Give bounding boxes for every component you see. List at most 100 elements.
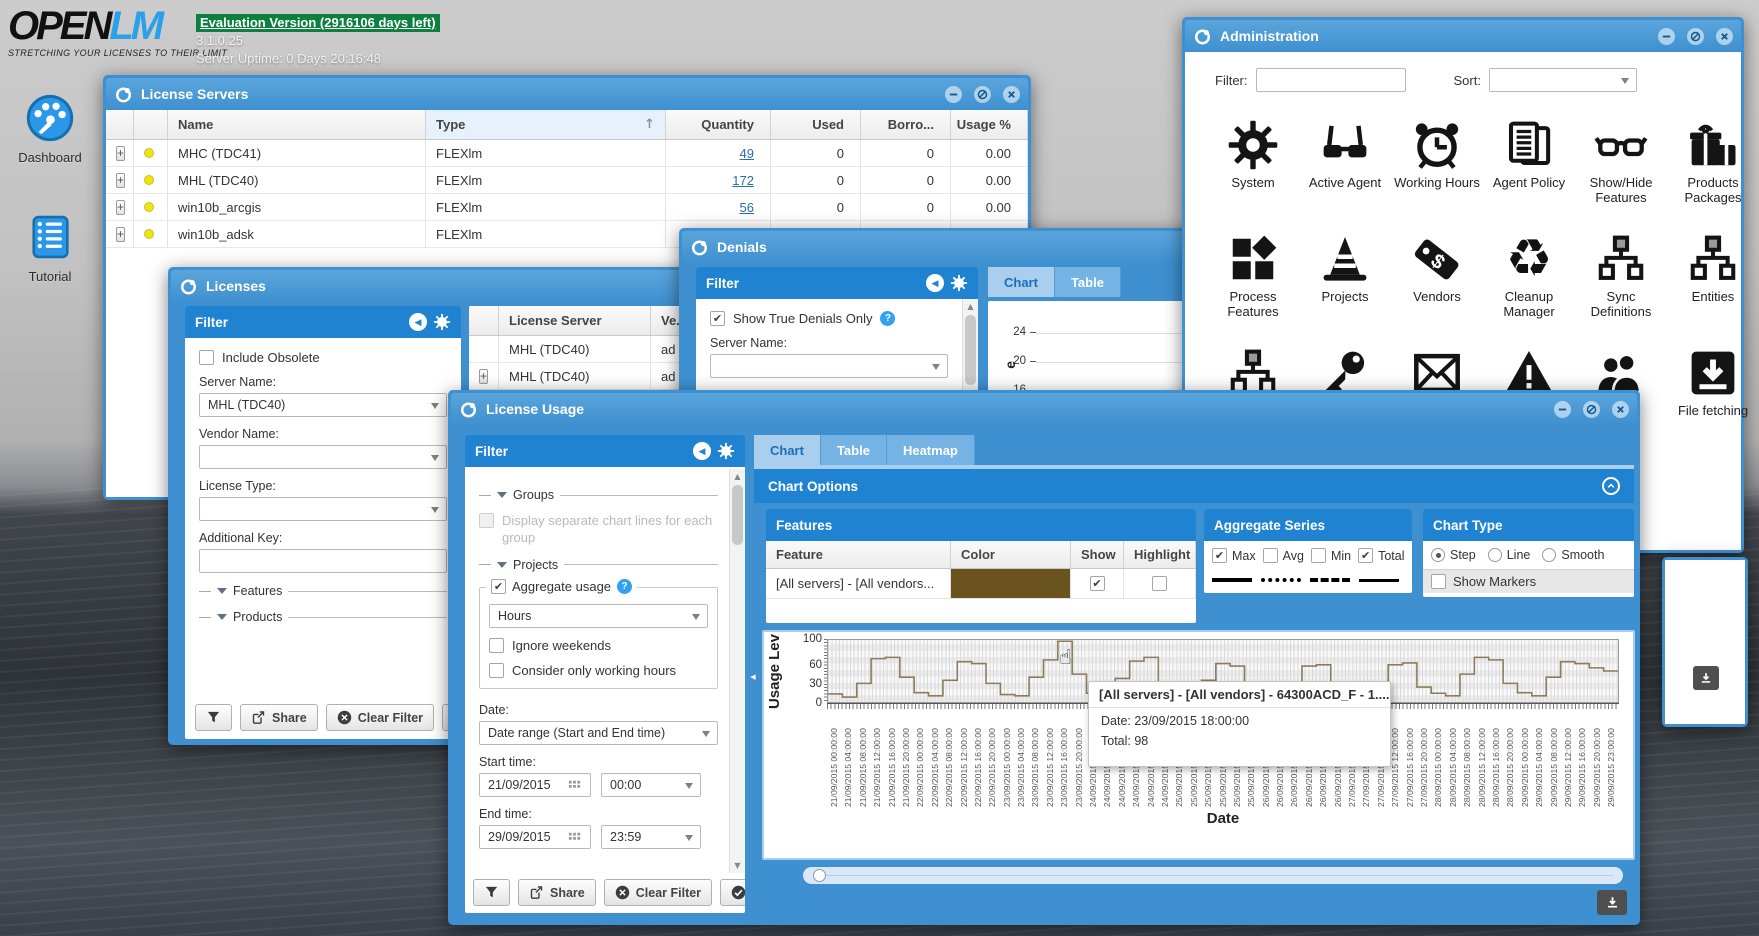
popout-button[interactable] — [1687, 27, 1704, 45]
feature-row[interactable]: [All servers] - [All vendors... — [766, 569, 1196, 599]
column-quantity[interactable]: Quantity — [666, 110, 771, 139]
start-date-input[interactable]: 21/09/2015 — [479, 772, 591, 797]
admin-sort-select[interactable] — [1488, 68, 1637, 92]
working-hours-checkbox[interactable]: Consider only working hours — [489, 662, 708, 678]
sidebar-item-dashboard[interactable]: Dashboard — [14, 92, 86, 165]
ignore-weekends-checkbox[interactable]: Ignore weekends — [489, 637, 708, 653]
date-range-select[interactable]: Date range (Start and End time) — [479, 720, 718, 745]
table-row[interactable]: + win10b_arcgis FLEXlm 56 0 0 0.00 — [106, 194, 1028, 221]
minimize-button[interactable] — [1658, 27, 1675, 45]
admin-item-process-features[interactable]: Process Features — [1207, 228, 1299, 338]
clear-filter-button[interactable]: Clear Filter — [603, 879, 713, 906]
minimize-button[interactable] — [945, 85, 962, 103]
table-row[interactable]: + MHC (TDC41) FLEXlm 49 0 0 0.00 — [106, 140, 1028, 167]
chart-type-line-radio[interactable]: Line — [1487, 548, 1530, 562]
close-button[interactable] — [1003, 85, 1020, 103]
admin-item-working-hours[interactable]: Working Hours — [1391, 114, 1483, 224]
calendar-icon[interactable] — [567, 829, 582, 844]
chart-type-step-radio[interactable]: Step — [1431, 548, 1476, 562]
gear-icon[interactable] — [950, 274, 968, 292]
table-row[interactable]: + MHL (TDC40) FLEXlm 172 0 0 0.00 — [106, 167, 1028, 194]
admin-item-cleanup-manager[interactable]: ♻ Cleanup Manager — [1483, 228, 1575, 338]
filter-funnel-button[interactable] — [473, 879, 510, 906]
expand-button[interactable]: + — [106, 167, 134, 193]
start-time-select[interactable]: 00:00 — [601, 772, 701, 797]
chart-type-smooth-radio[interactable]: Smooth — [1542, 548, 1604, 562]
popout-button[interactable] — [1583, 400, 1600, 418]
collapse-back-icon[interactable]: ◀ — [926, 274, 944, 292]
feature-color-cell[interactable] — [951, 569, 1071, 598]
groups-section-toggle[interactable]: Groups — [479, 487, 718, 503]
aggregate-avg-checkbox[interactable]: Avg — [1262, 548, 1304, 563]
admin-item-active-agent[interactable]: Active Agent — [1299, 114, 1391, 224]
minimize-button[interactable] — [1554, 400, 1571, 418]
expand-button[interactable]: + — [106, 221, 134, 247]
quantity-link[interactable]: 172 — [732, 173, 754, 188]
administration-titlebar[interactable]: Administration — [1185, 20, 1741, 52]
admin-item-projects[interactable]: Projects — [1299, 228, 1391, 338]
server-name-select[interactable] — [710, 354, 948, 378]
help-icon[interactable]: ? — [617, 578, 633, 594]
sidebar-item-tutorial[interactable]: Tutorial — [14, 211, 86, 284]
expand-button[interactable]: + — [106, 140, 134, 166]
column-borrowed[interactable]: Borro... — [861, 110, 951, 139]
filter-funnel-button[interactable] — [195, 704, 232, 731]
column-used[interactable]: Used — [771, 110, 861, 139]
gear-icon[interactable] — [433, 313, 451, 331]
products-section-toggle[interactable]: Products — [199, 609, 447, 625]
display-separate-checkbox[interactable]: Display separate chart lines for each gr… — [479, 513, 718, 547]
tab-heatmap[interactable]: Heatmap — [886, 435, 975, 465]
column-license-server[interactable]: License Server — [499, 306, 651, 335]
aggregate-unit-select[interactable]: Hours — [489, 603, 708, 628]
aggregate-usage-checkbox[interactable]: Aggregate usage ? — [486, 578, 638, 594]
tab-table[interactable]: Table — [820, 435, 887, 465]
server-name-select[interactable]: MHL (TDC40) — [199, 393, 447, 417]
quantity-link[interactable]: 49 — [740, 146, 754, 161]
true-denials-checkbox[interactable]: Show True Denials Only ? — [710, 311, 948, 326]
admin-item-system[interactable]: System — [1207, 114, 1299, 224]
column-usage[interactable]: Usage % — [951, 110, 1028, 139]
admin-item-products-packages[interactable]: Products Packages — [1667, 114, 1759, 224]
close-button[interactable] — [1716, 27, 1733, 45]
collapse-chevron-icon[interactable] — [1602, 477, 1620, 495]
aggregate-min-checkbox[interactable]: Min — [1310, 548, 1351, 563]
feature-highlight-checkbox[interactable] — [1124, 569, 1196, 598]
admin-item-sync-definitions[interactable]: Sync Definitions — [1575, 228, 1667, 338]
denials-titlebar[interactable]: Denials — [682, 231, 1236, 263]
projects-section-toggle[interactable]: Projects — [479, 557, 718, 573]
include-obsolete-checkbox[interactable]: Include Obsolete — [199, 350, 447, 365]
clear-filter-button[interactable]: Clear Filter — [325, 704, 435, 731]
tab-chart[interactable]: Chart — [988, 267, 1055, 297]
evaluation-version-link[interactable]: Evaluation Version (2916106 days left) — [196, 14, 440, 32]
features-section-toggle[interactable]: Features — [199, 583, 447, 599]
aggregate-max-checkbox[interactable]: Max — [1212, 548, 1256, 563]
end-time-select[interactable]: 23:59 — [601, 824, 701, 849]
panel-collapse-handle[interactable]: ◀ — [748, 635, 758, 719]
collapse-back-icon[interactable]: ◀ — [409, 313, 427, 331]
license-usage-titlebar[interactable]: License Usage — [451, 393, 1637, 425]
license-servers-titlebar[interactable]: License Servers — [106, 78, 1028, 110]
share-button[interactable]: Share — [518, 879, 596, 906]
admin-item-entities[interactable]: Entities — [1667, 228, 1759, 338]
scrollbar-vertical[interactable]: ▲ ▼ — [729, 469, 745, 873]
close-button[interactable] — [1612, 400, 1629, 418]
show-markers-checkbox[interactable]: Show Markers — [1423, 569, 1634, 593]
vendor-name-select[interactable] — [199, 445, 447, 469]
admin-item-show-hide-features[interactable]: Show/Hide Features — [1575, 114, 1667, 224]
collapse-back-icon[interactable]: ◀ — [693, 442, 711, 460]
quantity-link[interactable]: 56 — [740, 200, 754, 215]
feature-show-checkbox[interactable] — [1071, 569, 1124, 598]
license-type-select[interactable] — [199, 497, 447, 521]
calendar-icon[interactable] — [567, 777, 582, 792]
chart-download-button[interactable] — [1597, 890, 1627, 915]
tab-table[interactable]: Table — [1054, 267, 1121, 297]
admin-item-file-fetching[interactable]: File fetching — [1667, 342, 1759, 452]
help-icon[interactable]: ? — [880, 311, 896, 326]
admin-item-vendors[interactable]: $ Vendors — [1391, 228, 1483, 338]
share-button[interactable]: Share — [240, 704, 318, 731]
expand-cell[interactable]: + — [469, 363, 499, 389]
admin-item-agent-policy[interactable]: Agent Policy — [1483, 114, 1575, 224]
column-name[interactable]: Name — [168, 110, 426, 139]
admin-filter-input[interactable] — [1255, 68, 1406, 92]
additional-key-input[interactable] — [199, 549, 447, 573]
